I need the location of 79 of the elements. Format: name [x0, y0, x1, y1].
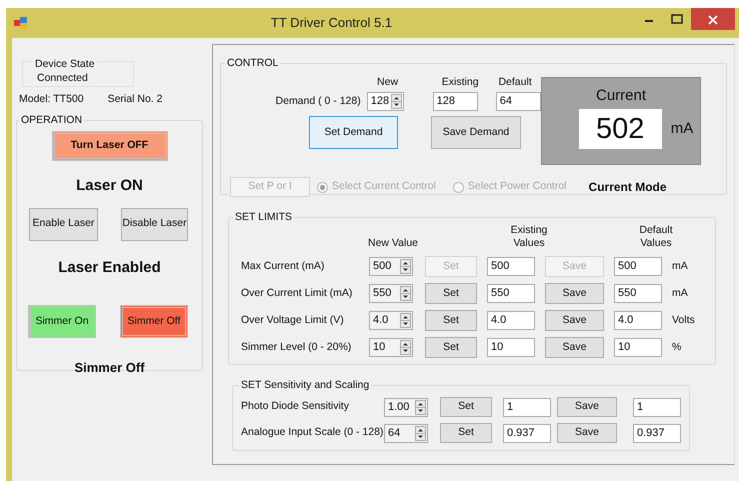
default-field[interactable]: 550	[614, 284, 662, 303]
spinner-arrows-icon[interactable]	[400, 286, 411, 301]
column-header: New	[376, 76, 400, 89]
existing-field[interactable]: 1	[503, 398, 551, 416]
row-label: Photo Diode Sensitivity	[241, 399, 350, 414]
set-button[interactable]: Set	[425, 310, 477, 331]
column-header: New Value	[367, 237, 419, 250]
unit-label: mA	[670, 118, 694, 139]
row-label: Max Current (mA)	[241, 258, 326, 274]
default-field[interactable]: 64	[496, 92, 541, 111]
number-spinner[interactable]: 550	[369, 284, 413, 303]
set-button[interactable]: Set	[425, 337, 477, 358]
number-spinner[interactable]: 10	[369, 338, 413, 357]
save-demand-button[interactable]: Save Demand	[431, 116, 521, 149]
number-spinner[interactable]: 4.0	[369, 311, 413, 330]
mode-status: Current Mode	[588, 179, 667, 196]
group-legend: Device State	[32, 58, 98, 70]
unit-label: mA	[672, 258, 688, 274]
unit-label: mA	[672, 286, 688, 301]
disable-button[interactable]: Disable Laser	[121, 208, 188, 240]
laser-off-button[interactable]: Turn Laser OFF	[52, 131, 168, 161]
existing-field[interactable]: 0.937	[503, 424, 551, 442]
row-label: Over Voltage Limit (V)	[241, 312, 345, 328]
close-button[interactable]	[691, 8, 735, 30]
default-field[interactable]: 10	[614, 338, 662, 357]
save-button[interactable]: Save	[557, 423, 617, 443]
demand-label: Demand ( 0 - 128)	[274, 94, 362, 109]
save-button[interactable]: Save	[545, 337, 604, 358]
spinner-arrows-icon[interactable]	[400, 313, 411, 328]
spinner-arrows-icon[interactable]	[390, 94, 402, 109]
simmer-status: Simmer Off	[73, 359, 146, 377]
default-field[interactable]: 500	[614, 257, 662, 276]
spinner-arrows-icon[interactable]	[400, 340, 411, 355]
enable-button[interactable]: Enable Laser	[29, 208, 98, 240]
row-label: Simmer Level (0 - 20%)	[241, 340, 352, 355]
number-spinner[interactable]: 128	[366, 92, 404, 111]
current-value: 502	[578, 109, 662, 149]
number-spinner[interactable]: 1.00	[384, 398, 428, 416]
save-button[interactable]: Save	[545, 283, 604, 304]
column-header: Existing Values	[510, 224, 548, 250]
save-button[interactable]: Save	[545, 310, 604, 331]
spinner-arrows-icon[interactable]	[415, 426, 426, 440]
column-header: Default Values	[638, 224, 674, 250]
default-field[interactable]: 1	[633, 398, 681, 416]
default-field[interactable]: 0.937	[633, 424, 681, 442]
column-header: Existing	[440, 76, 480, 89]
row-label: Analogue Input Scale (0 - 128)	[241, 425, 384, 440]
spinner-arrows-icon[interactable]	[415, 400, 426, 414]
current-title: Current	[596, 87, 646, 104]
default-field[interactable]: 4.0	[614, 311, 662, 330]
serial-label: Serial No. 2	[108, 93, 162, 105]
simmer-off-button[interactable]: Simmer Off	[120, 305, 188, 338]
existing-field[interactable]: 128	[432, 92, 478, 111]
set-button[interactable]: Set	[425, 283, 477, 304]
status-text: Connected	[37, 72, 88, 84]
number-spinner[interactable]: 500	[369, 257, 413, 276]
unit-label: %	[672, 340, 682, 355]
set-demand-button[interactable]: Set Demand	[309, 116, 398, 149]
save-button[interactable]: Save	[557, 397, 617, 417]
enabled-status: Laser Enabled	[57, 258, 162, 278]
app-icon	[14, 17, 28, 29]
close-icon	[708, 14, 718, 25]
row-label: Over Current Limit (mA)	[241, 286, 354, 301]
maximize-icon	[671, 14, 683, 24]
model-label: Model: TT500	[19, 93, 84, 105]
existing-field[interactable]: 550	[487, 284, 535, 303]
existing-field[interactable]: 500	[487, 257, 535, 276]
simmer-on-button[interactable]: Simmer On	[28, 305, 96, 338]
existing-field[interactable]: 4.0	[487, 311, 535, 330]
unit-label: Volts	[672, 312, 695, 328]
set-button[interactable]: Set	[440, 423, 492, 443]
column-header: Default	[497, 76, 533, 89]
laser-status: Laser ON	[75, 176, 144, 196]
window-title: TT Driver Control 5.1	[270, 14, 394, 32]
group-legend: SET Sensitivity and Scaling	[239, 379, 372, 392]
set-button[interactable]: Set	[440, 397, 492, 417]
spinner-arrows-icon[interactable]	[400, 259, 411, 274]
number-spinner[interactable]: 64	[384, 424, 428, 442]
existing-field[interactable]: 10	[487, 338, 535, 357]
